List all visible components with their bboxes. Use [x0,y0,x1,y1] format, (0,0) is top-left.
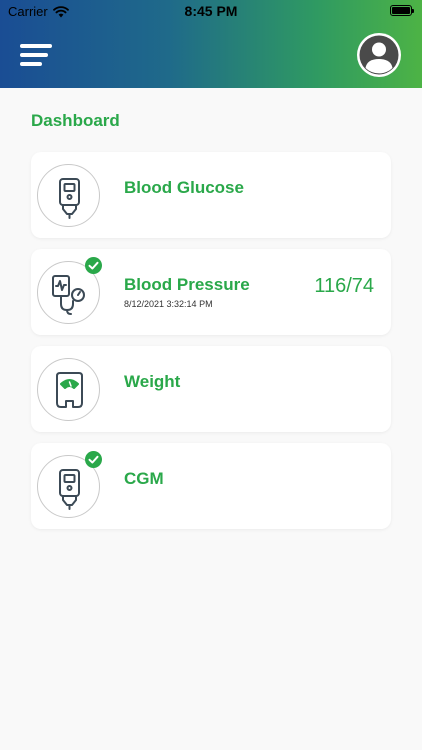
blood-glucose-card[interactable]: Blood Glucose [31,152,391,238]
blood-pressure-card[interactable]: Blood Pressure 8/12/2021 3:32:14 PM 116/… [31,249,391,335]
app-header: Carrier 8:45 PM [0,0,422,88]
battery-icon [390,5,414,16]
hamburger-menu-icon [20,44,52,48]
user-avatar-button[interactable] [357,33,401,77]
card-title: Blood Pressure [124,275,250,294]
glucose-meter-icon [37,164,100,227]
check-badge-icon [85,451,102,468]
weight-card[interactable]: Weight [31,346,391,432]
card-title: Blood Glucose [124,178,244,197]
weight-scale-icon [37,358,100,421]
card-title: CGM [124,469,164,488]
reading-timestamp: 8/12/2021 3:32:14 PM [124,299,213,309]
cgm-card[interactable]: CGM [31,443,391,529]
check-badge-icon [85,257,102,274]
reading-value: 116/74 [314,275,374,297]
card-title: Weight [124,372,181,391]
status-bar: Carrier 8:45 PM [0,0,422,22]
page-title: Dashboard [31,111,120,130]
status-time: 8:45 PM [184,3,238,19]
menu-button[interactable] [20,42,52,68]
user-avatar-icon [359,35,399,75]
